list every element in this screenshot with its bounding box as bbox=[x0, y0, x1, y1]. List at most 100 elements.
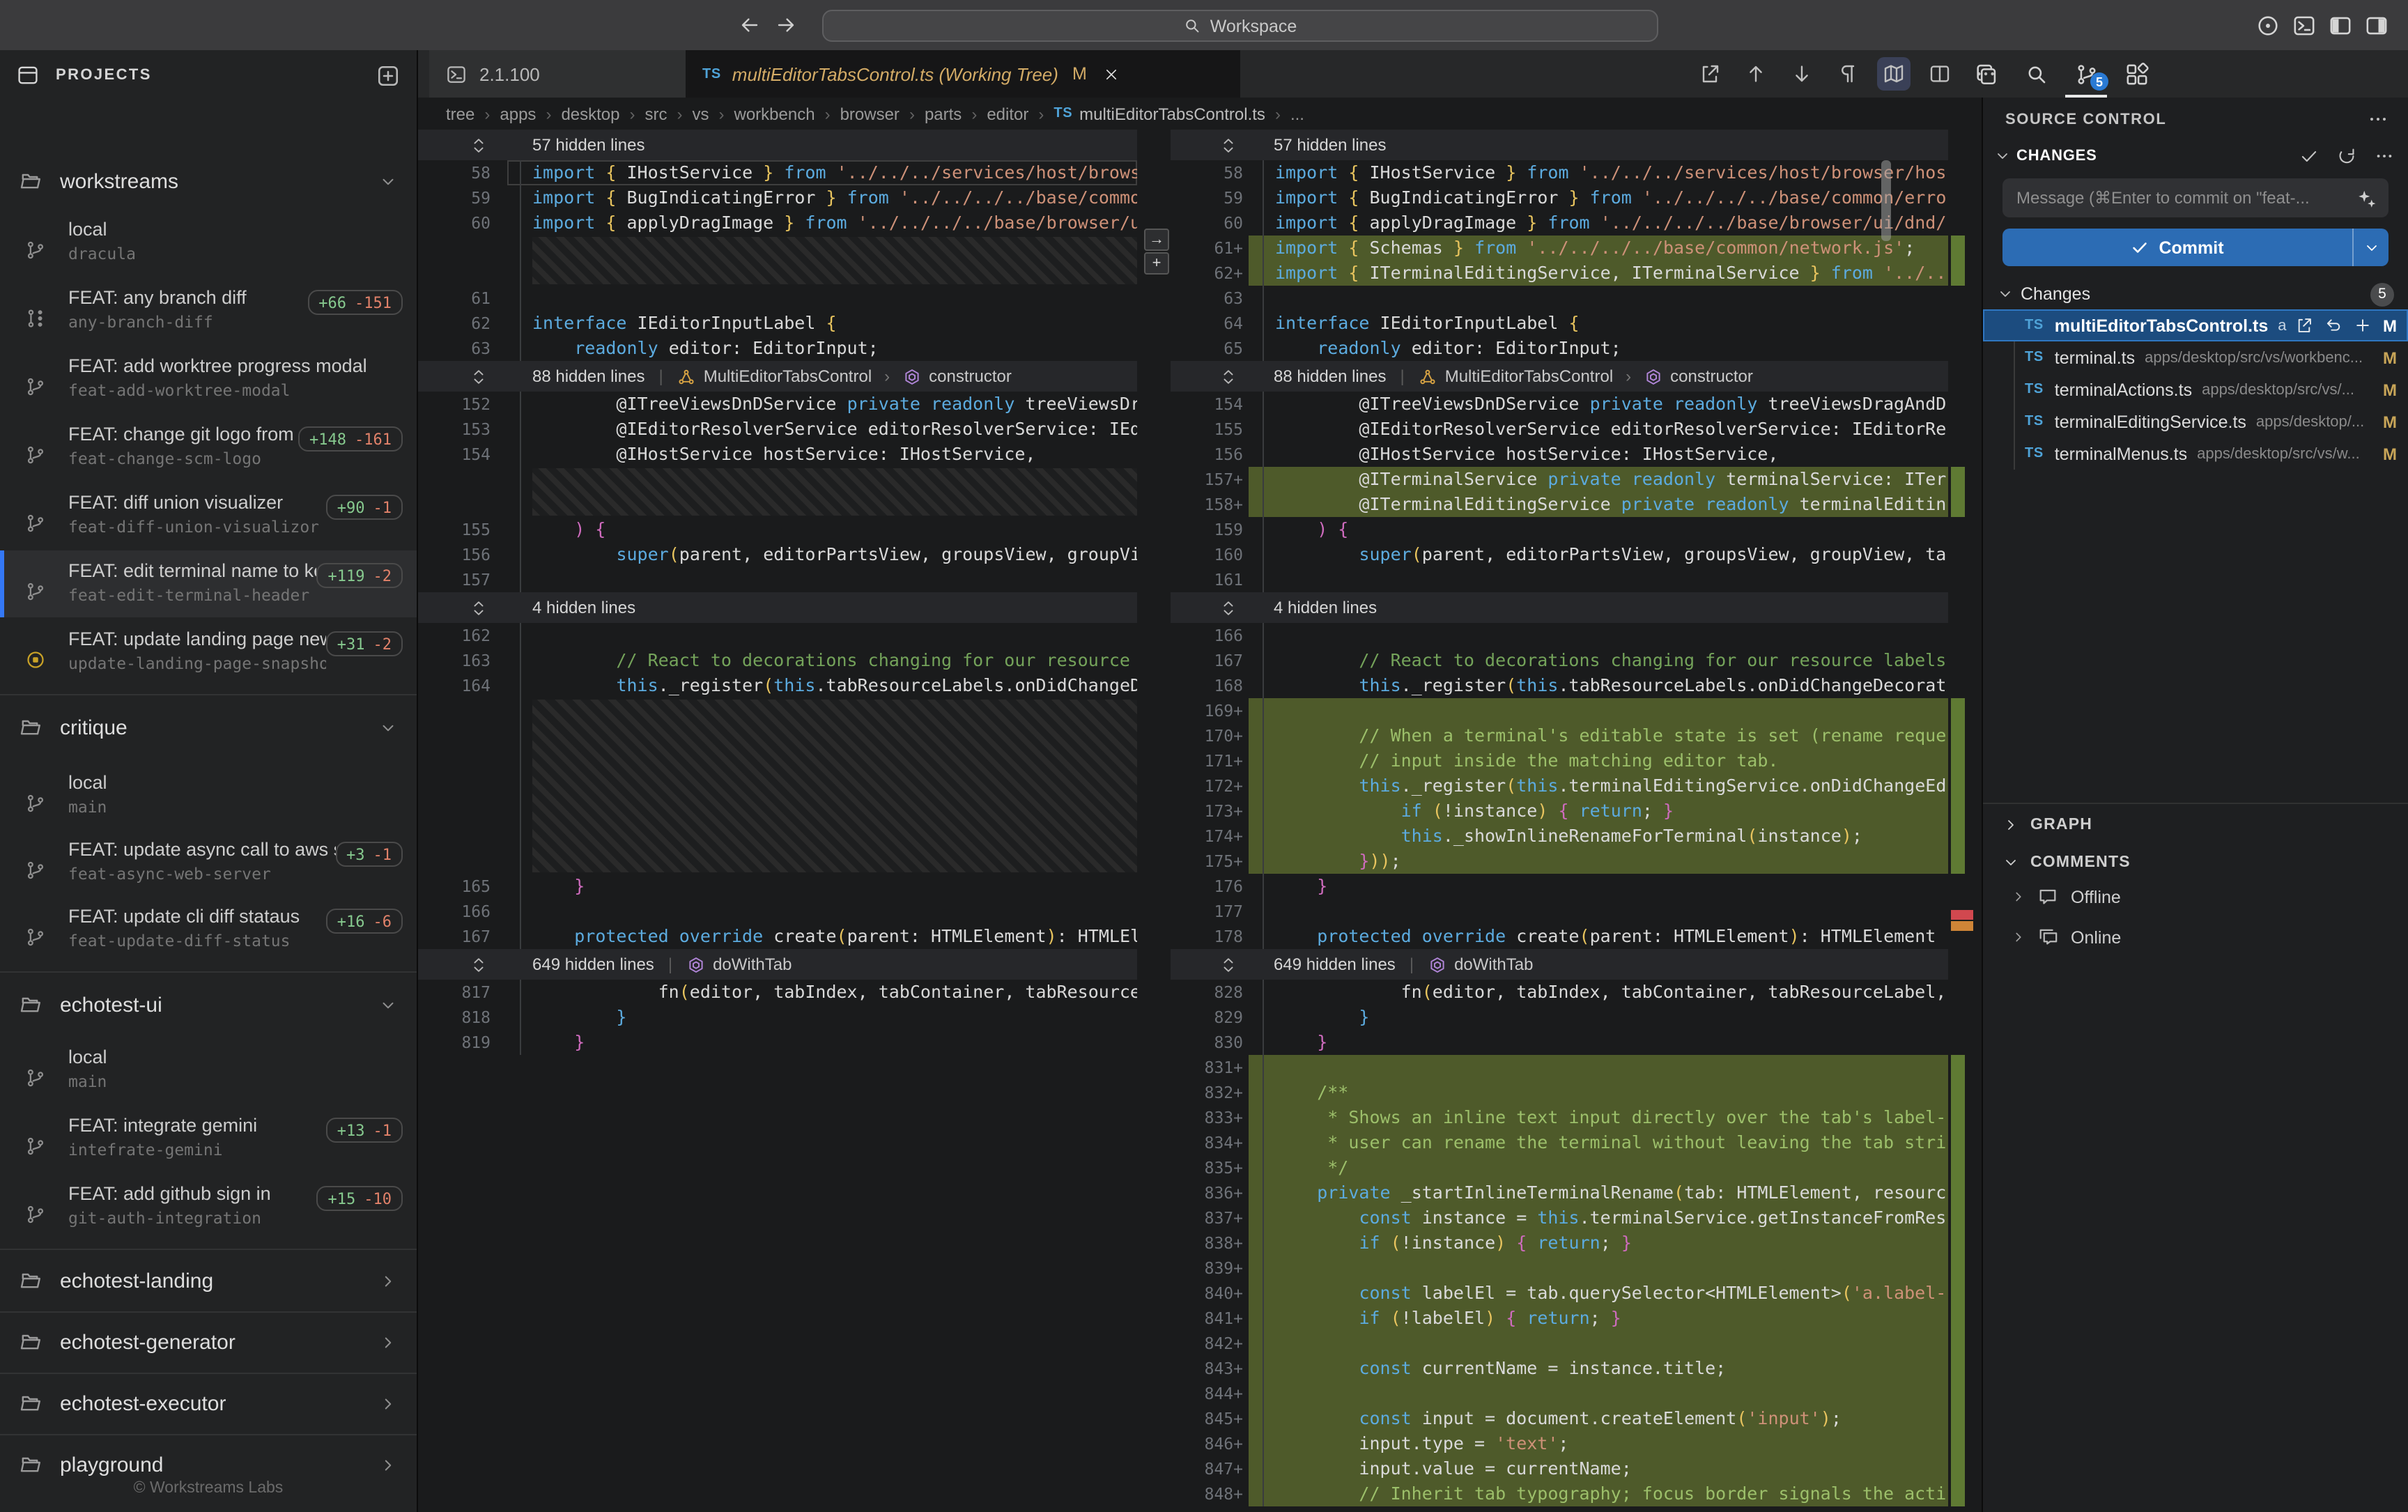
section-header-echotest-executor[interactable]: echotest-executor bbox=[0, 1387, 417, 1420]
diff-line[interactable]: 170+ // When a terminal's editable state… bbox=[1171, 723, 1948, 748]
breadcrumb-item[interactable]: vs bbox=[693, 104, 709, 123]
sidebar-item[interactable]: FEAT: add worktree progress modalfeat-ad… bbox=[0, 346, 417, 412]
changed-file-row[interactable]: TSterminal.tsapps/desktop/src/vs/workben… bbox=[1983, 341, 2408, 373]
diff-line[interactable]: 169+ bbox=[1171, 698, 1948, 723]
sidebar-item[interactable]: FEAT: diff union visualizerfeat-diff-uni… bbox=[0, 482, 417, 549]
nav-back-icon[interactable] bbox=[739, 14, 761, 36]
diff-line[interactable]: 165 } bbox=[418, 874, 1137, 899]
diff-line[interactable]: 167 // React to decorations changing for… bbox=[1171, 648, 1948, 673]
diff-line[interactable]: 158+ @ITerminalEditingService private re… bbox=[1171, 492, 1948, 517]
hidden-lines-bar[interactable]: 57 hidden lines bbox=[418, 130, 1137, 160]
diff-line[interactable]: 58import { IHostService } from '../../..… bbox=[418, 160, 1137, 185]
diff-line[interactable]: 163 // React to decorations changing for… bbox=[418, 648, 1137, 673]
sidebar-item[interactable]: FEAT: add github sign ingit-auth-integra… bbox=[0, 1173, 417, 1240]
diff-line[interactable]: 157 bbox=[418, 567, 1137, 592]
diff-line[interactable]: 60import { applyDragImage } from '../../… bbox=[1171, 210, 1948, 236]
sidebar-item[interactable]: FEAT: any branch diffany-branch-diff+66-… bbox=[0, 277, 417, 344]
changed-file-row[interactable]: TSterminalEditingService.tsapps/desktop/… bbox=[1983, 406, 2408, 438]
diff-line[interactable]: 836+ private _startInlineTerminalRename(… bbox=[1171, 1180, 1948, 1205]
diff-line[interactable]: 153 @IEditorResolverService editorResolv… bbox=[418, 417, 1137, 442]
diff-line[interactable]: 157+ @ITerminalService private readonly … bbox=[1171, 467, 1948, 492]
diff-pane-original[interactable]: 57 hidden lines58import { IHostService }… bbox=[418, 130, 1137, 1055]
close-icon[interactable] bbox=[1104, 66, 1119, 82]
diff-line[interactable]: 160 super(parent, editorPartsView, group… bbox=[1171, 542, 1948, 567]
breadcrumb-more[interactable]: ... bbox=[1290, 104, 1304, 123]
diff-line[interactable]: 828 fn(editor, tabIndex, tabContainer, t… bbox=[1171, 980, 1948, 1005]
breadcrumb-item[interactable]: apps bbox=[500, 104, 536, 123]
diff-line[interactable]: 832+ /** bbox=[1171, 1080, 1948, 1105]
add-project-button[interactable] bbox=[376, 63, 400, 87]
symbol-label[interactable]: constructor bbox=[929, 367, 1012, 386]
breadcrumb-item[interactable]: tree bbox=[446, 104, 474, 123]
graph-section-header[interactable]: GRAPH bbox=[1983, 803, 2408, 844]
diff-line[interactable]: 62+import { ITerminalEditingService, ITe… bbox=[1171, 261, 1948, 286]
diff-line[interactable]: 841+ if (!labelEl) { return; } bbox=[1171, 1306, 1948, 1331]
sidebar-item[interactable]: FEAT: update cli diff statausfeat-update… bbox=[0, 896, 417, 963]
diff-line[interactable]: 159 ) { bbox=[1171, 517, 1948, 542]
diff-line[interactable]: 64interface IEditorInputLabel { bbox=[1171, 311, 1948, 336]
commit-check-icon[interactable] bbox=[2299, 146, 2319, 166]
plus-icon[interactable] bbox=[2354, 316, 2372, 334]
section-header-workstreams[interactable]: workstreams bbox=[0, 164, 417, 198]
commit-dropdown-button[interactable] bbox=[2352, 229, 2388, 266]
diff-line[interactable]: 168 this._register(this.tabResourceLabel… bbox=[1171, 673, 1948, 698]
hidden-lines-bar[interactable]: 4 hidden lines bbox=[418, 592, 1137, 623]
diff-line[interactable]: 835+ */ bbox=[1171, 1155, 1948, 1180]
breadcrumb-item[interactable]: browser bbox=[840, 104, 900, 123]
symbol-label[interactable]: doWithTab bbox=[1454, 955, 1533, 974]
tab-terminal[interactable]: 2.1.100 bbox=[429, 50, 686, 98]
diff-line[interactable]: 63 readonly editor: EditorInput; bbox=[418, 336, 1137, 361]
diff-line[interactable]: 62interface IEditorInputLabel { bbox=[418, 311, 1137, 336]
diff-pane-modified[interactable]: 57 hidden lines58import { IHostService }… bbox=[1171, 130, 1948, 1506]
diff-line[interactable]: 848+ // Inherit tab typography; focus bo… bbox=[1171, 1481, 1948, 1506]
diff-line[interactable]: 63 bbox=[1171, 286, 1948, 311]
sidebar-item[interactable]: localmain bbox=[0, 1037, 417, 1104]
diff-line[interactable]: 818 } bbox=[418, 1005, 1137, 1030]
breadcrumb-item[interactable]: src bbox=[645, 104, 667, 123]
changed-file-row[interactable]: TSterminalActions.tsapps/desktop/src/vs/… bbox=[1983, 373, 2408, 406]
hidden-lines-bar[interactable]: 88 hidden lines|MultiEditorTabsControl›c… bbox=[418, 361, 1137, 392]
sidebar-item[interactable]: FEAT: edit terminal name to kee...feat-e… bbox=[0, 550, 417, 617]
editor-scrollbar[interactable] bbox=[1881, 160, 1891, 241]
diff-line[interactable]: 59import { BugIndicatingError } from '..… bbox=[418, 185, 1137, 210]
extensions-icon[interactable] bbox=[2118, 56, 2154, 92]
diff-line[interactable]: 161 bbox=[1171, 567, 1948, 592]
symbol-label[interactable]: constructor bbox=[1670, 367, 1753, 386]
sidebar-item[interactable]: FEAT: integrate geminiintefrate-gemini+1… bbox=[0, 1105, 417, 1172]
commit-button[interactable]: Commit bbox=[2002, 229, 2388, 266]
search-icon[interactable] bbox=[2018, 56, 2054, 92]
hidden-lines-bar[interactable]: 649 hidden lines|doWithTab bbox=[418, 949, 1137, 980]
diff-line[interactable]: 833+ * Shows an inline text input direct… bbox=[1171, 1105, 1948, 1130]
diff-line[interactable]: 176 } bbox=[1171, 874, 1948, 899]
diff-line[interactable]: 177 bbox=[1171, 899, 1948, 924]
arrow-up-icon[interactable] bbox=[1739, 57, 1773, 91]
diff-line[interactable]: 837+ const instance = this.terminalServi… bbox=[1171, 1205, 1948, 1231]
diff-line[interactable]: 175+ })); bbox=[1171, 849, 1948, 874]
diff-line[interactable]: 844+ bbox=[1171, 1381, 1948, 1406]
diff-editor[interactable]: 57 hidden lines58import { IHostService }… bbox=[418, 130, 1982, 1512]
arrow-down-icon[interactable] bbox=[1785, 57, 1819, 91]
hidden-lines-bar[interactable]: 57 hidden lines bbox=[1171, 130, 1948, 160]
pilcrow-icon[interactable] bbox=[1831, 57, 1865, 91]
section-header-critique[interactable]: critique bbox=[0, 711, 417, 744]
chevron-down-icon[interactable] bbox=[1997, 286, 2014, 302]
diff-line[interactable]: 166 bbox=[1171, 623, 1948, 648]
diff-line[interactable]: 58import { IHostService } from '../../..… bbox=[1171, 160, 1948, 185]
export-icon[interactable] bbox=[2295, 316, 2313, 334]
diff-line[interactable]: 156 super(parent, editorPartsView, group… bbox=[418, 542, 1137, 567]
comments-item-online[interactable]: Online bbox=[1983, 921, 2408, 953]
diff-add-button[interactable]: + bbox=[1144, 252, 1169, 275]
diff-line[interactable]: 829 } bbox=[1171, 1005, 1948, 1030]
changed-file-row[interactable]: TSterminalMenus.tsapps/desktop/src/vs/w.… bbox=[1983, 438, 2408, 470]
diff-line[interactable]: 61 bbox=[418, 286, 1137, 311]
breadcrumb-item[interactable]: parts bbox=[925, 104, 962, 123]
diff-line[interactable]: 164 this._register(this.tabResourceLabel… bbox=[418, 673, 1137, 698]
diff-line[interactable]: 172+ this._register(this.terminalEditing… bbox=[1171, 773, 1948, 799]
section-header-echotest-generator[interactable]: echotest-generator bbox=[0, 1325, 417, 1359]
map-icon[interactable] bbox=[1877, 57, 1911, 91]
diff-line[interactable]: 845+ const input = document.createElemen… bbox=[1171, 1406, 1948, 1431]
diff-line[interactable]: 167 protected override create(parent: HT… bbox=[418, 924, 1137, 949]
symbol-label[interactable]: doWithTab bbox=[713, 955, 792, 974]
diff-line[interactable]: 162 bbox=[418, 623, 1137, 648]
diff-line[interactable]: 839+ bbox=[1171, 1256, 1948, 1281]
